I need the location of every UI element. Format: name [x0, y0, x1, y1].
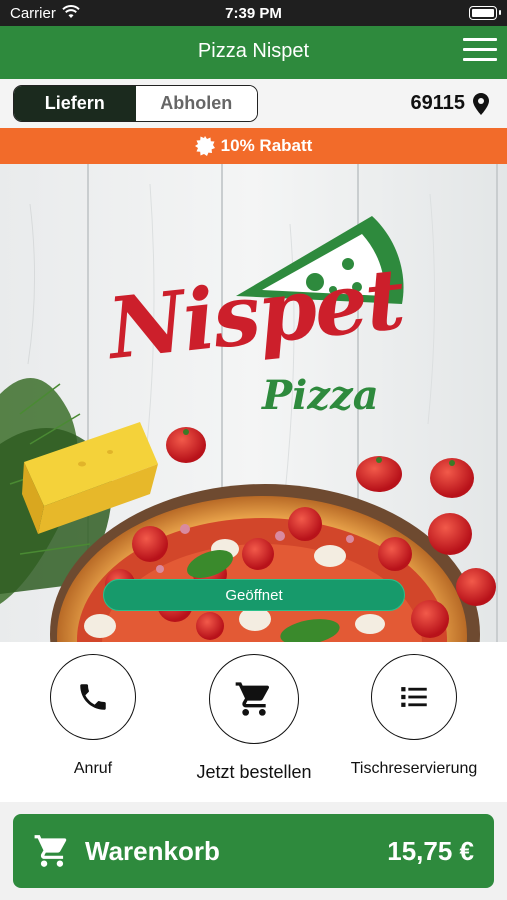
order-mode-toggle: Liefern Abholen [13, 85, 258, 122]
logo-subtitle: Pizza [262, 372, 379, 419]
order-now-button[interactable] [209, 654, 299, 744]
cart-button[interactable]: Warenkorb 15,75 € [13, 814, 494, 888]
call-button[interactable] [50, 654, 136, 740]
cart-icon [235, 682, 269, 716]
battery-icon [469, 6, 501, 20]
list-icon [401, 687, 427, 707]
order-mode-bar: Liefern Abholen 69115 [0, 79, 507, 128]
status-bar: Carrier 7:39 PM [0, 0, 507, 26]
clock: 7:39 PM [225, 5, 282, 22]
deliver-tab[interactable]: Liefern [14, 86, 136, 121]
map-pin-icon [473, 92, 489, 115]
zip-code: 69115 [410, 92, 465, 114]
table-reservation-button[interactable] [371, 654, 457, 740]
discount-label: 10% Rabatt [220, 136, 313, 155]
pickup-tab[interactable]: Abholen [135, 86, 257, 121]
app-title: Pizza Nispet [197, 40, 310, 62]
badge-icon [194, 136, 215, 156]
call-label: Anruf [73, 760, 113, 777]
hero-background [0, 164, 507, 642]
phone-icon [80, 684, 106, 710]
nav-bar: Pizza Nispet [0, 26, 507, 79]
table-reservation-label: Tischreservierung [350, 760, 478, 777]
order-now-action[interactable]: Jetzt bestellen [184, 654, 324, 783]
open-status-button[interactable]: Geöffnet [103, 579, 405, 611]
cart-label: Warenkorb [85, 836, 220, 866]
zip-selector[interactable]: 69115 [410, 92, 489, 115]
discount-banner: 10% Rabatt [0, 128, 507, 164]
cart-icon [34, 835, 67, 867]
table-reservation-action[interactable]: Tischreservierung [344, 654, 484, 778]
hero-banner: Nispet Pizza Geöffnet [0, 164, 507, 642]
hamburger-menu-icon[interactable] [463, 38, 497, 64]
quick-actions: Anruf Jetzt bestellen Tischreservierung [0, 642, 507, 802]
order-now-label: Jetzt bestellen [196, 762, 312, 782]
call-action[interactable]: Anruf [23, 654, 163, 778]
cart-total: 15,75 € [387, 836, 474, 866]
